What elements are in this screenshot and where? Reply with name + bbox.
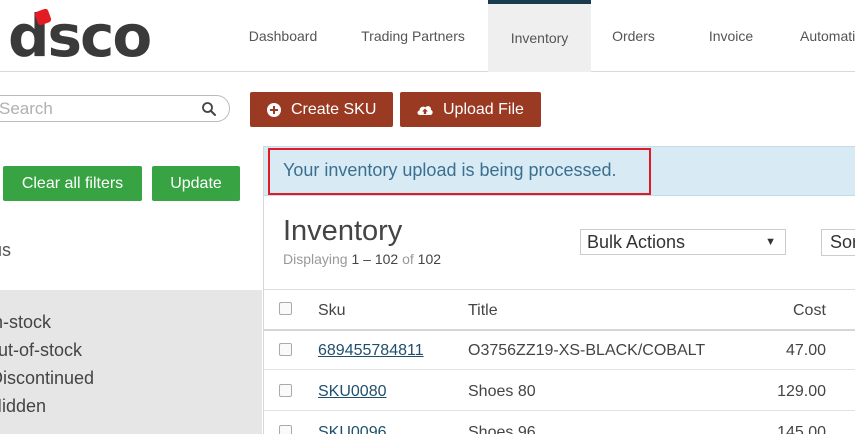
select-all-checkbox[interactable] — [279, 302, 292, 315]
column-header-cost[interactable]: Cost — [793, 302, 826, 320]
product-title: Shoes 80 — [468, 383, 536, 400]
displaying-range: 1 – 102 — [351, 251, 399, 267]
status-filter-heading: Status — [0, 240, 12, 260]
row-checkbox[interactable] — [279, 384, 292, 397]
row-checkbox[interactable] — [279, 425, 292, 434]
product-title: O3756ZZ19-XS-BLACK/COBALT — [468, 342, 706, 359]
product-cost: 47.00 — [785, 342, 826, 359]
nav-tab-orders[interactable]: Orders — [591, 0, 676, 72]
main-nav: Dashboard Trading Partners Inventory Orders… — [228, 0, 855, 72]
top-header: dsco Dashboard Trading Partners Inventory O… — [0, 0, 855, 72]
dropdown-arrow-icon: ▼ — [765, 236, 776, 248]
clear-all-filters-button[interactable]: Clear all filters — [3, 166, 142, 201]
row-checkbox[interactable] — [279, 343, 292, 356]
displaying-of: of — [402, 251, 414, 267]
nav-tab-dashboard[interactable]: Dashboard — [228, 0, 338, 72]
filter-out-of-stock[interactable]: Out-of-stock — [0, 340, 82, 361]
filter-hidden[interactable]: Hidden — [0, 396, 46, 417]
filter-in-stock[interactable]: In-stock — [0, 312, 51, 333]
filter-discontinued[interactable]: Discontinued — [0, 368, 94, 389]
table-row: SKU0080 Shoes 80 129.00 — [264, 371, 855, 411]
sort-label: Sort — [830, 232, 855, 252]
create-sku-button[interactable]: Create SKU — [250, 92, 393, 127]
dsco-logo[interactable]: dsco — [8, 2, 152, 70]
page-title: Inventory — [283, 215, 403, 247]
search-box — [0, 95, 230, 122]
nav-tab-invoice[interactable]: Invoice — [676, 0, 786, 72]
table-header: Sku Title Cost — [264, 289, 855, 331]
nav-tab-trading-partners[interactable]: Trading Partners — [338, 0, 488, 72]
sort-select[interactable]: Sort — [821, 229, 855, 256]
table-row: SKU0096 Shoes 96 145.00 — [264, 412, 855, 434]
search-icon[interactable] — [201, 101, 217, 117]
product-title: Shoes 96 — [468, 424, 536, 434]
bulk-actions-select[interactable]: Bulk Actions ▼ — [580, 229, 786, 255]
search-input[interactable] — [0, 98, 199, 120]
update-filters-button[interactable]: Update — [152, 166, 240, 201]
clear-all-filters-label: Clear all filters — [21, 174, 124, 192]
plus-circle-icon — [267, 102, 281, 117]
sku-link[interactable]: SKU0080 — [318, 383, 387, 401]
product-cost: 129.00 — [777, 383, 826, 400]
displaying-prefix: Displaying — [283, 251, 348, 267]
update-filters-label: Update — [170, 174, 222, 192]
nav-tab-automation[interactable]: Automation — [786, 0, 855, 72]
bulk-actions-label: Bulk Actions — [587, 232, 686, 252]
product-cost: 145.00 — [777, 424, 826, 434]
nav-tab-inventory[interactable]: Inventory — [488, 0, 591, 72]
upload-alert-message: Your inventory upload is being processed… — [283, 160, 617, 180]
cloud-upload-icon — [417, 105, 433, 115]
sku-link[interactable]: SKU0096 — [318, 424, 387, 434]
create-sku-label: Create SKU — [291, 100, 377, 118]
sku-link[interactable]: 689455784811 — [318, 342, 424, 360]
upload-file-button[interactable]: Upload File — [400, 92, 541, 127]
displaying-total: 102 — [417, 251, 442, 267]
table-row: 689455784811 O3756ZZ19-XS-BLACK/COBALT 47.… — [264, 330, 855, 370]
displaying-count: Displaying 1 – 102 of 102 — [283, 251, 441, 267]
column-header-sku[interactable]: Sku — [318, 302, 346, 320]
column-header-title[interactable]: Title — [468, 302, 498, 320]
upload-file-label: Upload File — [443, 100, 524, 118]
